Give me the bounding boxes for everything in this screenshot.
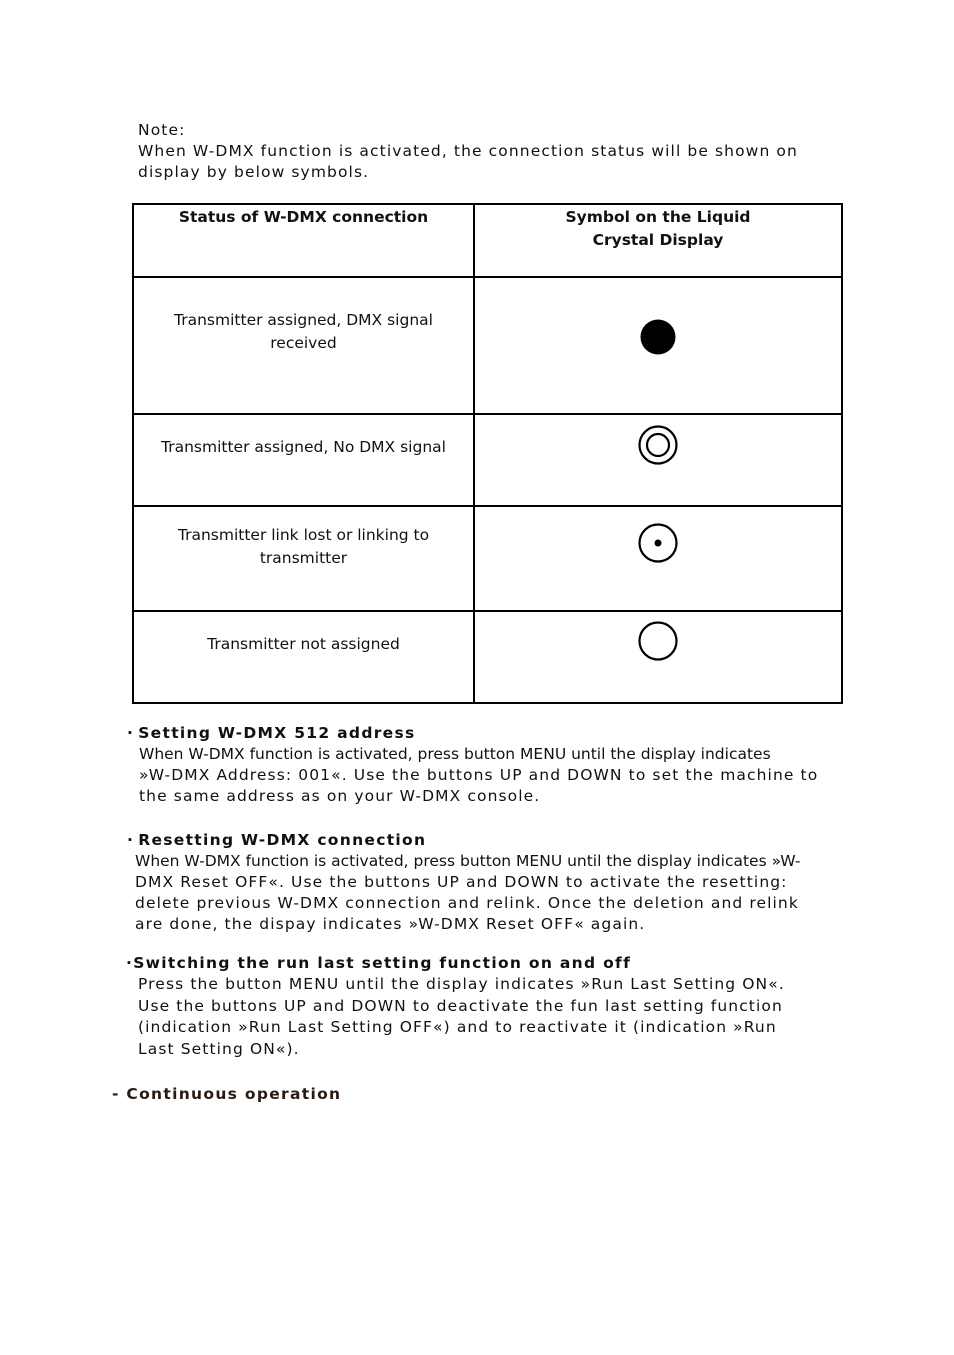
note-line: When W-DMX function is activated, the co… <box>138 142 798 160</box>
status-cell: Transmitter link lost or linking to tran… <box>132 505 475 612</box>
symbol-cell <box>473 276 843 415</box>
note-label: Note: <box>138 121 186 139</box>
section-setting-address: · Setting W-DMX 512 address When W-DMX fu… <box>127 723 818 807</box>
table-row: Transmitter assigned, No DMX signal <box>132 413 843 507</box>
empty-circle-icon <box>638 621 678 661</box>
status-cell: Transmitter not assigned <box>132 610 475 704</box>
double-ring-icon <box>638 425 678 465</box>
section-heading: ·Switching the run last setting function… <box>126 954 632 972</box>
bullet-icon: · <box>127 831 135 849</box>
table-header-row: Status of W-DMX connection Symbol on the… <box>132 203 843 278</box>
symbol-cell <box>473 505 843 612</box>
status-cell: Transmitter assigned, DMX signal receive… <box>132 276 475 415</box>
table-row: Transmitter assigned, DMX signal receive… <box>132 276 843 415</box>
bullet-icon: · <box>127 724 135 742</box>
dotted-circle-icon <box>638 523 678 563</box>
note-block: Note: When W-DMX function is activated, … <box>138 120 868 183</box>
note-line: display by below symbols. <box>138 163 370 181</box>
header-status: Status of W-DMX connection <box>132 203 475 278</box>
section-heading: · Setting W-DMX 512 address <box>127 724 416 742</box>
section-body: When W-DMX function is activated, press … <box>135 852 801 933</box>
section-body: When W-DMX function is activated, press … <box>139 745 819 805</box>
table-row: Transmitter link lost or linking to tran… <box>132 505 843 612</box>
filled-circle-icon <box>640 319 676 355</box>
status-cell: Transmitter assigned, No DMX signal <box>132 413 475 507</box>
section-body: Press the button MENU until the display … <box>138 975 785 1058</box>
symbol-cell <box>473 610 843 704</box>
symbol-cell <box>473 413 843 507</box>
section-heading: · Resetting W-DMX connection <box>127 831 427 849</box>
header-symbol: Symbol on the Liquid Crystal Display <box>473 203 843 278</box>
table-row: Transmitter not assigned <box>132 610 843 704</box>
section-resetting-connection: · Resetting W-DMX connection When W-DMX f… <box>127 830 801 935</box>
status-symbol-table: Status of W-DMX connection Symbol on the… <box>132 203 843 704</box>
section-continuous-operation-heading: - Continuous operation <box>112 1085 342 1103</box>
section-run-last-setting: ·Switching the run last setting function… <box>126 953 785 1060</box>
